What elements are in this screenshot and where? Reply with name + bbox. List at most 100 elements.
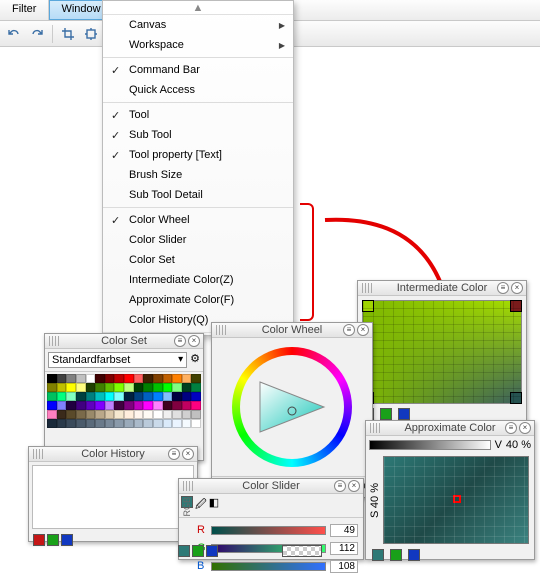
swatch-cell[interactable] <box>86 410 96 419</box>
swatch-cell[interactable] <box>172 383 182 392</box>
background-swatch[interactable] <box>398 408 410 420</box>
mixer-icon[interactable]: ◧ <box>209 496 219 515</box>
swatch-cell[interactable] <box>172 374 182 383</box>
swatch-cell[interactable] <box>95 410 105 419</box>
close-icon[interactable]: × <box>519 422 531 434</box>
panel-menu-icon[interactable]: ≡ <box>343 324 355 336</box>
swatch-cell[interactable] <box>66 410 76 419</box>
settings-icon[interactable]: ⚙ <box>190 352 200 368</box>
swatch-cell[interactable] <box>86 401 96 410</box>
swatch-cell[interactable] <box>182 410 192 419</box>
foreground-swatch[interactable] <box>33 534 45 546</box>
swatch-cell[interactable] <box>86 374 96 383</box>
swatch-cell[interactable] <box>172 410 182 419</box>
swatch-cell[interactable] <box>163 401 173 410</box>
menu-canvas[interactable]: Canvas <box>103 15 293 35</box>
swatch-cell[interactable] <box>134 410 144 419</box>
menu-color-slider[interactable]: Color Slider <box>103 230 293 250</box>
menu-quick-access[interactable]: Quick Access <box>103 80 293 100</box>
swatch-cell[interactable] <box>66 383 76 392</box>
swatch-cell[interactable] <box>124 392 134 401</box>
panel-menu-icon[interactable]: ≡ <box>174 335 186 347</box>
sub-swatch[interactable] <box>47 534 59 546</box>
menu-filter[interactable]: Filter <box>0 0 49 20</box>
panel-titlebar[interactable]: Color Slider ≡× <box>179 479 363 494</box>
b-slider[interactable] <box>211 562 326 571</box>
menu-intermediate-color[interactable]: Intermediate Color(Z) <box>103 270 293 290</box>
swatch-cell[interactable] <box>114 401 124 410</box>
swatch-cell[interactable] <box>191 374 201 383</box>
panel-menu-icon[interactable]: ≡ <box>505 422 517 434</box>
swatch-cell[interactable] <box>47 419 57 428</box>
value-gradient-bar[interactable] <box>369 440 491 450</box>
swatch-cell[interactable] <box>86 419 96 428</box>
swatch-cell[interactable] <box>143 401 153 410</box>
swatch-cell[interactable] <box>163 374 173 383</box>
menu-sub-tool-detail[interactable]: Sub Tool Detail <box>103 185 293 205</box>
swatch-cell[interactable] <box>143 410 153 419</box>
swatch-cell[interactable] <box>191 419 201 428</box>
swatch-cell[interactable] <box>66 419 76 428</box>
swatch-cell[interactable] <box>114 383 124 392</box>
swatch-cell[interactable] <box>105 410 115 419</box>
swatch-cell[interactable] <box>105 401 115 410</box>
approximate-grid[interactable] <box>383 456 529 544</box>
close-icon[interactable]: × <box>511 282 523 294</box>
close-icon[interactable]: × <box>182 448 194 460</box>
swatch-cell[interactable] <box>143 419 153 428</box>
swatch-cell[interactable] <box>153 374 163 383</box>
swatch-cell[interactable] <box>76 392 86 401</box>
swatch-cell[interactable] <box>95 419 105 428</box>
redo-icon[interactable] <box>27 24 47 44</box>
swatch-cell[interactable] <box>47 410 57 419</box>
swatch-cell[interactable] <box>47 383 57 392</box>
intermediate-gradient-grid[interactable] <box>362 300 522 404</box>
swatch-cell[interactable] <box>76 410 86 419</box>
color-set-panel[interactable]: Color Set ≡× Standardfarbset ⚙ <box>44 333 204 461</box>
background-swatch[interactable] <box>206 545 218 557</box>
background-swatch[interactable] <box>61 534 73 546</box>
panel-titlebar[interactable]: Color History ≡× <box>29 447 197 462</box>
dropdown-scroll-up-icon[interactable]: ▲ <box>103 1 293 15</box>
sub-swatch[interactable] <box>192 545 204 557</box>
swatch-cell[interactable] <box>114 392 124 401</box>
menu-color-wheel[interactable]: ✓Color Wheel <box>103 210 293 230</box>
swatch-cell[interactable] <box>76 401 86 410</box>
swatch-cell[interactable] <box>95 392 105 401</box>
swatch-cell[interactable] <box>134 392 144 401</box>
b-value[interactable]: 108 <box>330 560 358 573</box>
r-value[interactable]: 49 <box>330 524 358 537</box>
panel-titlebar[interactable]: Intermediate Color ≡× <box>358 281 526 296</box>
swatch-cell[interactable] <box>114 374 124 383</box>
intermediate-color-panel[interactable]: Intermediate Color ≡× <box>357 280 527 430</box>
swatch-cell[interactable] <box>105 392 115 401</box>
panel-titlebar[interactable]: Color Set ≡× <box>45 334 203 349</box>
transparent-swatch[interactable] <box>282 545 322 557</box>
swatch-cell[interactable] <box>124 410 134 419</box>
menu-tool[interactable]: ✓Tool <box>103 105 293 125</box>
swatch-cell[interactable] <box>105 419 115 428</box>
swatch-cell[interactable] <box>47 374 57 383</box>
swatch-cell[interactable] <box>191 383 201 392</box>
panel-titlebar[interactable]: Color Wheel ≡× <box>212 323 372 338</box>
corner-swatch-tr[interactable] <box>510 300 522 312</box>
background-swatch[interactable] <box>408 549 420 561</box>
swatch-cell[interactable] <box>163 410 173 419</box>
sub-swatch[interactable] <box>390 549 402 561</box>
swatch-cell[interactable] <box>153 419 163 428</box>
swatch-cell[interactable] <box>86 392 96 401</box>
panel-titlebar[interactable]: Approximate Color ≡× <box>366 421 534 436</box>
swatch-cell[interactable] <box>95 401 105 410</box>
swatch-cell[interactable] <box>143 392 153 401</box>
swatch-cell[interactable] <box>163 419 173 428</box>
swatch-cell[interactable] <box>124 419 134 428</box>
swatch-cell[interactable] <box>57 392 67 401</box>
close-icon[interactable]: × <box>357 324 369 336</box>
swatch-cell[interactable] <box>134 419 144 428</box>
swatch-cell[interactable] <box>191 410 201 419</box>
menu-sub-tool[interactable]: ✓Sub Tool <box>103 125 293 145</box>
swatch-cell[interactable] <box>86 383 96 392</box>
corner-swatch-tl[interactable] <box>362 300 374 312</box>
swatch-cell[interactable] <box>57 401 67 410</box>
swatch-cell[interactable] <box>124 401 134 410</box>
